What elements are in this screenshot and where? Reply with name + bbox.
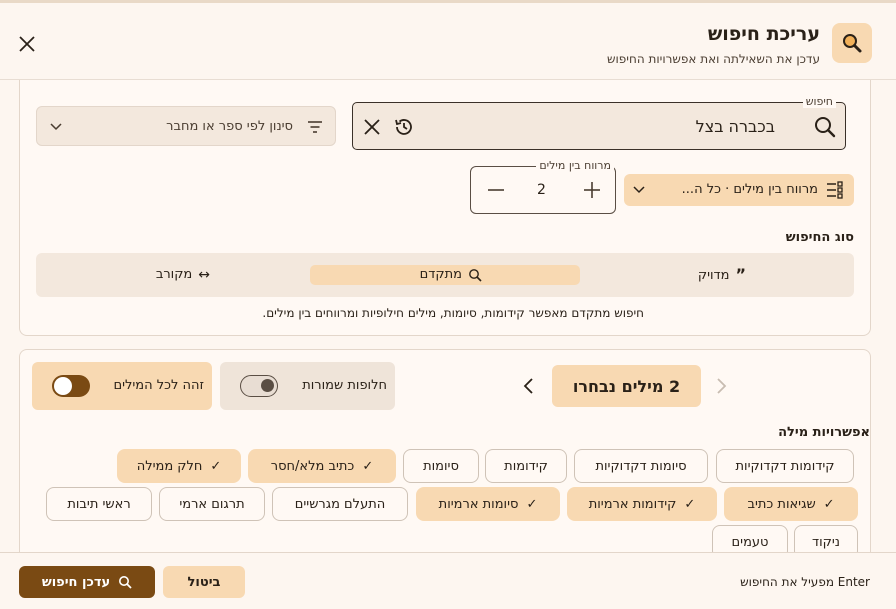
check-icon: ✓ xyxy=(823,496,835,512)
search-type-heading: סוג החיפוש xyxy=(785,230,854,245)
enter-hint: Enter מפעיל את החיפוש xyxy=(740,575,870,589)
plus-icon xyxy=(584,182,600,198)
close-icon xyxy=(19,36,35,52)
same-for-all-switch[interactable] xyxy=(52,375,90,397)
saved-alternatives-label: חלופות שמורות xyxy=(302,378,387,393)
quote-icon: ” xyxy=(735,265,746,284)
chevron-right-icon xyxy=(717,378,727,394)
option-full-defective-spelling[interactable]: ✓ כתיב מלא/חסר xyxy=(248,449,396,483)
minus-icon xyxy=(488,189,504,191)
book-filter-select[interactable]: סינון לפי ספר או מחבר xyxy=(36,106,336,146)
next-word-button[interactable] xyxy=(710,375,732,397)
history-button[interactable] xyxy=(393,116,415,138)
selected-words-badge: 2 מילים נבחרו xyxy=(552,365,701,407)
dialog-header: עריכת חיפוש עדכן את השאילתה ואת אפשרויות… xyxy=(0,3,896,80)
search-icon xyxy=(815,117,836,138)
option-ignore-geresh[interactable]: התעלם מגרשיים xyxy=(272,487,408,521)
word-options-heading: אפשרויות מילה xyxy=(778,425,870,440)
check-icon: ✓ xyxy=(362,458,374,474)
check-icon: ✓ xyxy=(684,496,696,512)
distance-mode-select[interactable]: מרווח בין מילים · כל ה... xyxy=(624,174,854,206)
list-settings-icon xyxy=(827,181,843,199)
option-acronyms[interactable]: ראשי תיבות xyxy=(46,487,152,521)
option-part-of-word[interactable]: ✓ חלק ממילה xyxy=(117,449,241,483)
distance-value[interactable]: 2 xyxy=(537,182,546,198)
close-button[interactable] xyxy=(16,33,38,55)
search-type-exact[interactable]: ” מדויק xyxy=(698,267,746,283)
option-grammatical-prefixes[interactable]: קידומות דקדוקיות xyxy=(716,449,854,483)
option-spelling-errors[interactable]: ✓ שגיאות כתיב xyxy=(724,487,858,521)
update-search-button[interactable]: עדכן חיפוש xyxy=(19,566,155,598)
chevron-down-icon xyxy=(50,123,62,131)
option-aramaic-translation[interactable]: תרגום ארמי xyxy=(159,487,265,521)
search-icon xyxy=(119,576,132,589)
word-options-row-2: ✓ שגיאות כתיב ✓ קידומות ארמיות ✓ סיומות ארמ… xyxy=(0,487,896,521)
option-aramaic-suffixes[interactable]: ✓ סיומות ארמיות xyxy=(416,487,560,521)
close-icon xyxy=(364,119,380,135)
distance-stepper: 2 xyxy=(470,166,616,214)
clear-search-button[interactable] xyxy=(361,116,383,138)
distance-mode-label: מרווח בין מילים · כל ה... xyxy=(681,182,818,197)
search-icon xyxy=(469,268,482,282)
dialog-title: עריכת חיפוש xyxy=(707,23,820,45)
option-aramaic-prefixes[interactable]: ✓ קידומות ארמיות xyxy=(567,487,717,521)
chevron-down-icon xyxy=(633,186,645,194)
option-suffixes[interactable]: סיומות xyxy=(403,449,479,483)
search-type-advanced[interactable]: מתקדם xyxy=(420,267,482,282)
check-icon: ✓ xyxy=(526,496,538,512)
search-type-description: חיפוש מתקדם מאפשר קידומות, סיומות, מילים… xyxy=(262,306,644,320)
search-input[interactable]: בכברה בצל xyxy=(352,102,846,150)
saved-alternatives-switch[interactable] xyxy=(240,375,278,397)
chevron-left-icon xyxy=(523,378,533,394)
search-input-value: בכברה בצל xyxy=(695,117,775,136)
same-for-all-label: זהה לכל המילים xyxy=(113,378,204,393)
search-type-approx-label: מקורב xyxy=(155,267,193,282)
saved-alternatives-toggle[interactable]: חלופות שמורות xyxy=(220,362,395,410)
cancel-button[interactable]: ביטול xyxy=(163,566,245,598)
search-type-advanced-label: מתקדם xyxy=(419,267,462,282)
search-type-approx[interactable]: ↔ מקורב xyxy=(156,267,210,282)
filter-placeholder: סינון לפי ספר או מחבר xyxy=(166,119,293,134)
arrows-icon: ↔ xyxy=(198,266,210,283)
option-prefixes[interactable]: קידומות xyxy=(485,449,567,483)
search-icon xyxy=(832,23,872,63)
search-type-exact-label: מדויק xyxy=(697,267,730,283)
check-icon: ✓ xyxy=(210,458,222,474)
search-field-label: חיפוש xyxy=(802,95,836,108)
decrement-button[interactable] xyxy=(485,179,507,201)
word-options-row-1: קידומות דקדוקיות סיומות דקדוקיות קידומות… xyxy=(0,449,896,483)
filter-icon xyxy=(308,121,322,133)
selected-words-label: 2 מילים נבחרו xyxy=(572,376,681,396)
dialog-subtitle: עדכן את השאילתה ואת אפשרויות החיפוש xyxy=(607,52,820,66)
option-grammatical-suffixes[interactable]: סיומות דקדוקיות xyxy=(574,449,708,483)
history-icon xyxy=(395,119,412,135)
same-for-all-words-toggle[interactable]: זהה לכל המילים xyxy=(32,362,212,410)
distance-field-label: מרווח בין מילים xyxy=(536,159,614,172)
prev-word-button[interactable] xyxy=(518,375,540,397)
increment-button[interactable] xyxy=(581,179,603,201)
